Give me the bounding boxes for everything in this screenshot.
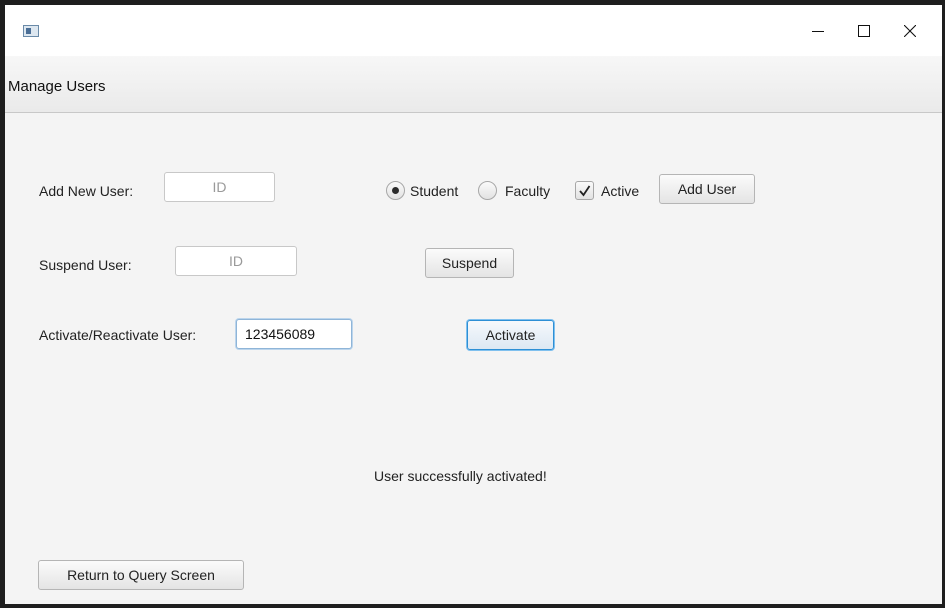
return-to-query-button[interactable]: Return to Query Screen xyxy=(38,560,244,590)
activate-user-id-input[interactable] xyxy=(236,319,352,349)
title-bar xyxy=(5,5,942,56)
close-icon xyxy=(904,24,916,37)
menu-bar: Manage Users xyxy=(5,56,942,113)
faculty-radio-label: Faculty xyxy=(505,183,551,199)
add-user-button[interactable]: Add User xyxy=(659,174,755,204)
add-user-label: Add New User: xyxy=(39,183,134,199)
app-window: Manage Users Add New User: Student Facul… xyxy=(5,5,942,604)
faculty-radio[interactable] xyxy=(478,181,497,200)
status-message: User successfully activated! xyxy=(374,468,547,484)
app-icon xyxy=(23,25,39,37)
suspend-button[interactable]: Suspend xyxy=(425,248,514,278)
checkmark-icon xyxy=(579,185,591,197)
close-button[interactable] xyxy=(887,5,933,56)
maximize-icon xyxy=(858,24,870,37)
student-radio[interactable] xyxy=(386,181,405,200)
student-radio-label: Student xyxy=(410,183,459,199)
minimize-icon xyxy=(812,30,824,32)
suspend-user-id-input[interactable] xyxy=(175,246,297,276)
add-user-id-input[interactable] xyxy=(164,172,275,202)
minimize-button[interactable] xyxy=(795,5,841,56)
active-checkbox[interactable] xyxy=(575,181,594,200)
menu-title: Manage Users xyxy=(8,78,106,95)
maximize-button[interactable] xyxy=(841,5,887,56)
activate-button[interactable]: Activate xyxy=(467,320,554,350)
activate-user-label: Activate/Reactivate User: xyxy=(39,327,197,343)
active-checkbox-label: Active xyxy=(601,183,640,199)
suspend-user-label: Suspend User: xyxy=(39,257,132,273)
